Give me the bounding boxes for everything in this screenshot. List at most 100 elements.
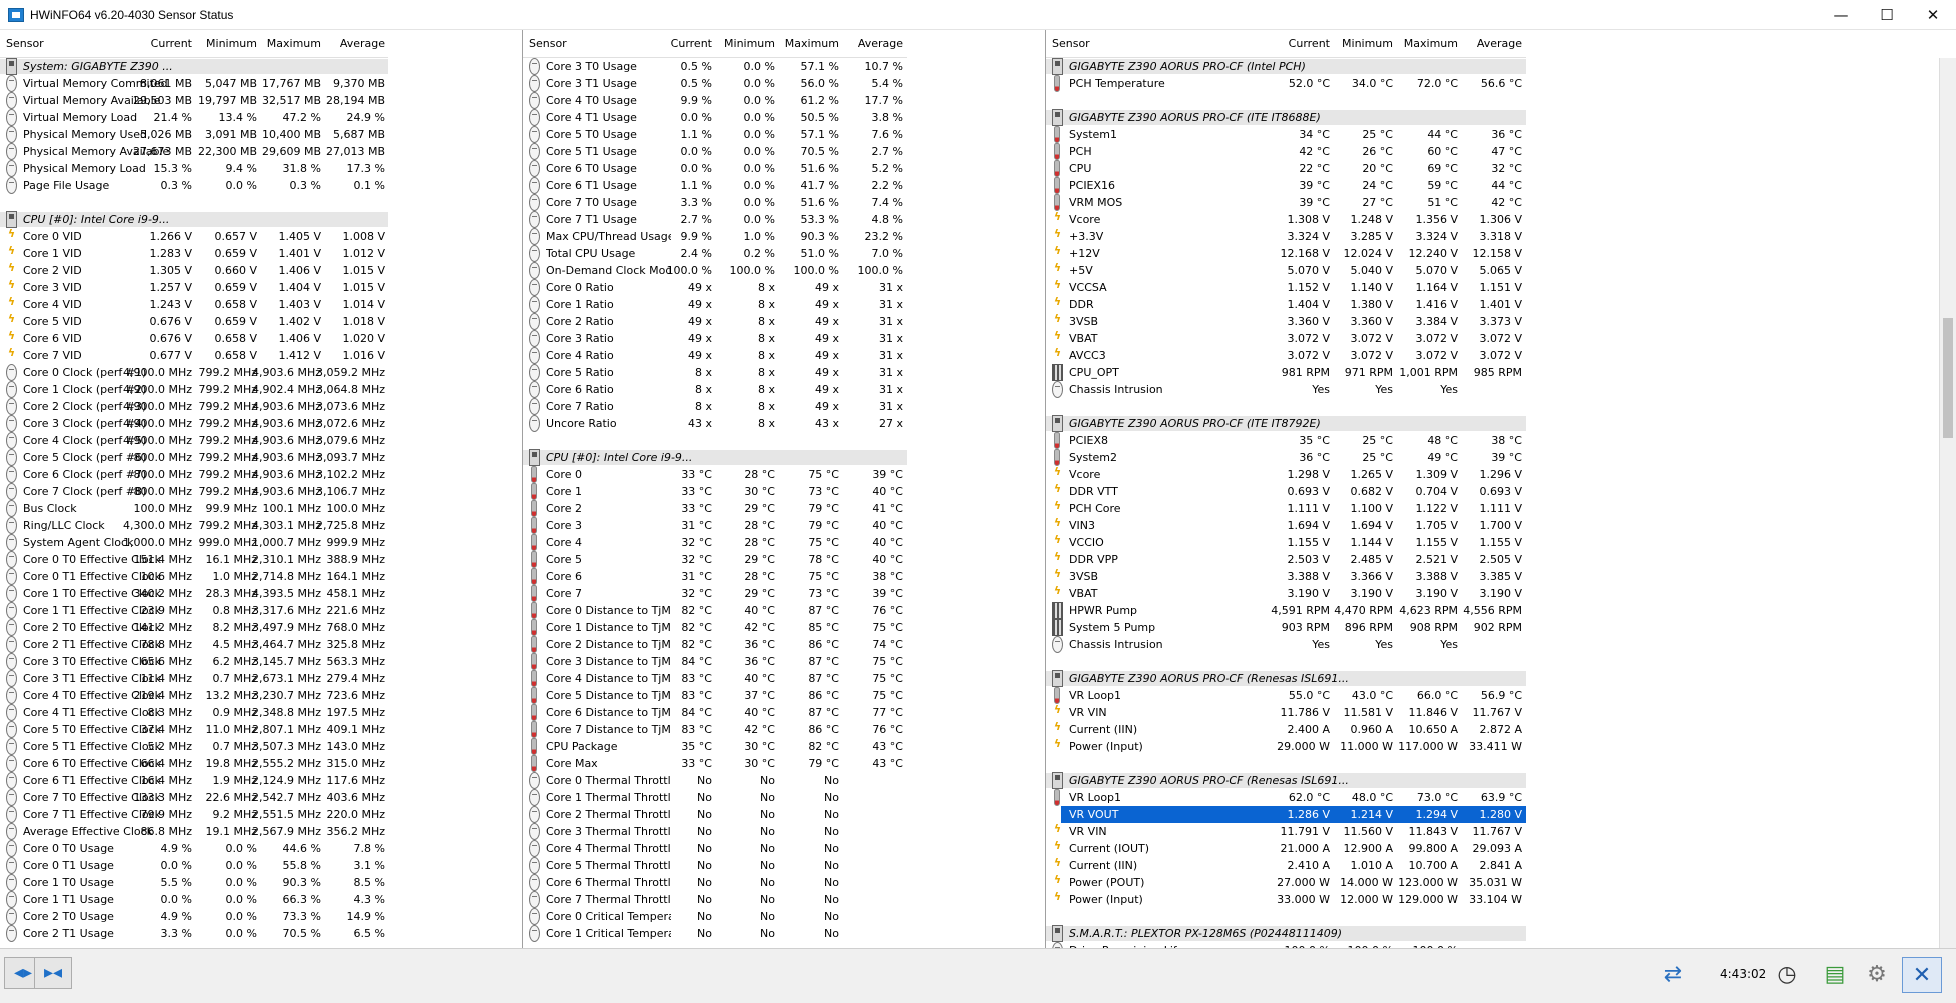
- sensor-row[interactable]: ϟ +5V 5.070 V 5.040 V 5.070 V 5.065 V: [1046, 262, 1526, 279]
- sensor-row[interactable]: Core 3 T0 Effective Clock 65.6 MHz 6.2 MHz…: [0, 653, 388, 670]
- sensor-row[interactable]: Core 0 Distance to TjMAX82 °C40 °C87 °C7…: [523, 602, 907, 619]
- sensor-row[interactable]: Core 0 T0 Usage 4.9 % 0.0 % 44.6 % 7.8 %: [0, 840, 388, 857]
- sensor-row[interactable]: Core 0 Clock (perf #1) 4,900.0 MHz 799.2 M…: [0, 364, 388, 381]
- sensor-group-header[interactable]: GIGABYTE Z390 AORUS PRO-CF (ITE IT8792E): [1046, 415, 1526, 432]
- sensor-row[interactable]: PCIEX16 39 °C 24 °C 59 °C 44 °C: [1046, 177, 1526, 194]
- sensor-row[interactable]: Core 3 T0 Usage 0.5 % 0.0 % 57.1 % 10.7 %: [523, 58, 907, 75]
- sensor-row[interactable]: ϟ PCH Core 1.111 V 1.100 V 1.122 V 1.111 V: [1046, 500, 1526, 517]
- sensor-row[interactable]: Core 0 T1 Usage 0.0 % 0.0 % 55.8 % 3.1 %: [0, 857, 388, 874]
- sensor-row[interactable]: Virtual Memory Commited 8,061 MB 5,047 MB 1…: [0, 75, 388, 92]
- sensor-row[interactable]: Core 0 Thermal ThrottlingNoNoNo: [523, 772, 907, 789]
- settings-gear-icon[interactable]: ⚙: [1858, 957, 1896, 993]
- sensor-row[interactable]: ϟ AVCC3 3.072 V 3.072 V 3.072 V 3.072 V: [1046, 347, 1526, 364]
- scrollbar-thumb[interactable]: [1943, 318, 1953, 438]
- sensor-row[interactable]: Virtual Memory Available 29,503 MB 19,797 …: [0, 92, 388, 109]
- sensor-row[interactable]: Core 7 32 °C 29 °C 73 °C 39 °C: [523, 585, 907, 602]
- header-current[interactable]: Current: [1289, 37, 1330, 50]
- header-minimum[interactable]: Minimum: [1342, 37, 1393, 50]
- sensor-row[interactable]: Core 2 Distance to TjMAX82 °C36 °C86 °C7…: [523, 636, 907, 653]
- sensor-row[interactable]: ϟ VIN3 1.694 V 1.694 V 1.705 V 1.700 V: [1046, 517, 1526, 534]
- sensor-row[interactable]: Core 6 T1 Effective Clock 16.4 MHz 1.9 MHz…: [0, 772, 388, 789]
- sensor-row[interactable]: Core 1 33 °C 30 °C 73 °C 40 °C: [523, 483, 907, 500]
- sensor-row[interactable]: Max CPU/Thread Usage 9.9 % 1.0 % 90.3 % 23.2…: [523, 228, 907, 245]
- sensor-row[interactable]: Core 4 T1 Effective Clock 8.3 MHz 0.9 MHz 2…: [0, 704, 388, 721]
- vertical-scrollbar[interactable]: [1939, 58, 1956, 948]
- sensor-row[interactable]: Core 5 Distance to TjMAX83 °C37 °C86 °C7…: [523, 687, 907, 704]
- sensor-pane-2[interactable]: Sensor Current Minimum Maximum Average Core 3…: [523, 30, 1046, 948]
- sensor-row[interactable]: Core 4 32 °C 28 °C 75 °C 40 °C: [523, 534, 907, 551]
- sensor-group-header[interactable]: GIGABYTE Z390 AORUS PRO-CF (Renesas ISL6…: [1046, 772, 1526, 789]
- sensor-row[interactable]: ϟ VCCIO 1.155 V 1.144 V 1.155 V 1.155 V: [1046, 534, 1526, 551]
- header-sensor[interactable]: Sensor: [1052, 37, 1090, 50]
- sensor-row[interactable]: ϟ VCCSA 1.152 V 1.140 V 1.164 V 1.151 V: [1046, 279, 1526, 296]
- sensor-row[interactable]: ϟ DDR VPP 2.503 V 2.485 V 2.521 V 2.505 V: [1046, 551, 1526, 568]
- sensor-row[interactable]: CPU 22 °C 20 °C 69 °C 32 °C: [1046, 160, 1526, 177]
- sensor-row[interactable]: ϟ Power (POUT) 27.000 W 14.000 W 123.000 W 35…: [1046, 874, 1526, 891]
- sensor-row[interactable]: Core 5 32 °C 29 °C 78 °C 40 °C: [523, 551, 907, 568]
- sensor-row[interactable]: CPU Package 35 °C 30 °C 82 °C 43 °C: [523, 738, 907, 755]
- sensor-row[interactable]: Core 1 T0 Effective Clock 340.2 MHz 28.3 M…: [0, 585, 388, 602]
- sensor-row[interactable]: ϟ 3VSB 3.360 V 3.360 V 3.384 V 3.373 V: [1046, 313, 1526, 330]
- sensor-row[interactable]: ϟ VR VIN 11.791 V 11.560 V 11.843 V 11.767 V: [1046, 823, 1526, 840]
- sensor-row[interactable]: Core 6 31 °C 28 °C 75 °C 38 °C: [523, 568, 907, 585]
- sensor-row[interactable]: ϟ Core 4 VID 1.243 V 0.658 V 1.403 V 1.014 V: [0, 296, 388, 313]
- sensor-row[interactable]: Core 1 Clock (perf #2) 4,900.0 MHz 799.2 M…: [0, 381, 388, 398]
- header-maximum[interactable]: Maximum: [267, 37, 321, 50]
- sensor-row[interactable]: Core 0 33 °C 28 °C 75 °C 39 °C: [523, 466, 907, 483]
- sensor-row[interactable]: Core 4 Clock (perf #5) 4,900.0 MHz 799.2 M…: [0, 432, 388, 449]
- sensor-row[interactable]: Core 6 Thermal ThrottlingNoNoNo: [523, 874, 907, 891]
- sensor-row[interactable]: Core 5 Clock (perf #6) 800.0 MHz 799.2 MHz…: [0, 449, 388, 466]
- sensor-row[interactable]: ϟ Vcore 1.298 V 1.265 V 1.309 V 1.296 V: [1046, 466, 1526, 483]
- sensor-row[interactable]: Core 1 Distance to TjMAX82 °C42 °C85 °C7…: [523, 619, 907, 636]
- sensor-row[interactable]: VR Loop1 55.0 °C 43.0 °C 66.0 °C 56.9 °C: [1046, 687, 1526, 704]
- sensor-row[interactable]: Core 6 T1 Usage 1.1 % 0.0 % 41.7 % 2.2 %: [523, 177, 907, 194]
- header-average[interactable]: Average: [340, 37, 385, 50]
- sensor-row[interactable]: Physical Memory Used 5,026 MB 3,091 MB 10,4…: [0, 126, 388, 143]
- minimize-button[interactable]: —: [1818, 0, 1864, 30]
- maximize-button[interactable]: ☐: [1864, 0, 1910, 30]
- sensor-row[interactable]: Core 3 Ratio 49 x8 x 49 x 31 x: [523, 330, 907, 347]
- sensor-row[interactable]: Chassis Intrusion Yes Yes Yes: [1046, 636, 1526, 653]
- sensor-group-header[interactable]: CPU [#0]: Intel Core i9-9...: [0, 211, 388, 228]
- close-window-button[interactable]: ✕: [1910, 0, 1956, 30]
- sensor-row[interactable]: ϟ VBAT 3.072 V 3.072 V 3.072 V 3.072 V: [1046, 330, 1526, 347]
- sensor-row[interactable]: Core 1 Critical TemperatureNoNoNo: [523, 925, 907, 942]
- header-maximum[interactable]: Maximum: [1404, 37, 1458, 50]
- logging-icon[interactable]: ▤: [1816, 957, 1854, 993]
- sensor-row[interactable]: CPU_OPT 981 RPM 971 RPM 1,001 RPM 985 RPM: [1046, 364, 1526, 381]
- sensor-row[interactable]: Physical Memory Available 27,673 MB 22,300…: [0, 143, 388, 160]
- sensor-row[interactable]: Core 7 T1 Usage 2.7 % 0.0 % 53.3 % 4.8 %: [523, 211, 907, 228]
- sensor-row[interactable]: Core 0 Ratio 49 x8 x 49 x 31 x: [523, 279, 907, 296]
- sensor-row[interactable]: Core 3 Clock (perf #4) 4,900.0 MHz 799.2 M…: [0, 415, 388, 432]
- sensor-row[interactable]: HPWR Pump 4,591 RPM 4,470 RPM 4,623 RPM 4,55…: [1046, 602, 1526, 619]
- sensor-row[interactable]: Core 1 T1 Usage 0.0 % 0.0 % 66.3 % 4.3 %: [0, 891, 388, 908]
- header-maximum[interactable]: Maximum: [785, 37, 839, 50]
- sensor-row[interactable]: System1 34 °C 25 °C 44 °C 36 °C: [1046, 126, 1526, 143]
- sensor-row[interactable]: Core 1 T0 Usage 5.5 % 0.0 % 90.3 % 8.5 %: [0, 874, 388, 891]
- sensor-row[interactable]: Core 5 Thermal ThrottlingNoNoNo: [523, 857, 907, 874]
- sensor-row[interactable]: Core 0 Critical TemperatureNoNoNo: [523, 908, 907, 925]
- sensor-pane-3[interactable]: Sensor Current Minimum Maximum Average GIGABY…: [1046, 30, 1956, 948]
- sensor-row[interactable]: Core 0 T0 Effective Clock 151.4 MHz 16.1 M…: [0, 551, 388, 568]
- sensor-row[interactable]: Core 6 T0 Effective Clock 66.4 MHz 19.8 MH…: [0, 755, 388, 772]
- navigate-right-button[interactable]: ▸◂: [34, 957, 72, 989]
- sensor-row[interactable]: Core 2 Thermal ThrottlingNoNoNo: [523, 806, 907, 823]
- sensor-row[interactable]: ϟ Core 5 VID 0.676 V 0.659 V 1.402 V 1.018 V: [0, 313, 388, 330]
- sensor-row[interactable]: On-Demand Clock Modula...100.0 %100.0 %1…: [523, 262, 907, 279]
- sensor-row[interactable]: Core 6 Clock (perf #7) 800.0 MHz 799.2 MHz…: [0, 466, 388, 483]
- sensor-row[interactable]: Core 7 T0 Usage 3.3 % 0.0 % 51.6 % 7.4 %: [523, 194, 907, 211]
- sensor-row[interactable]: ϟ 3VSB 3.388 V 3.366 V 3.388 V 3.385 V: [1046, 568, 1526, 585]
- sensor-row[interactable]: ϟ Core 1 VID 1.283 V 0.659 V 1.401 V 1.012 V: [0, 245, 388, 262]
- sensor-row[interactable]: Core 5 T1 Usage 0.0 % 0.0 % 70.5 % 2.7 %: [523, 143, 907, 160]
- sensor-row[interactable]: VRM MOS 39 °C 27 °C 51 °C 42 °C: [1046, 194, 1526, 211]
- sensor-row[interactable]: Core 2 T0 Usage 4.9 % 0.0 % 73.3 % 14.9 %: [0, 908, 388, 925]
- sensor-row[interactable]: Core 7 Ratio 8 x8 x 49 x 31 x: [523, 398, 907, 415]
- header-sensor[interactable]: Sensor: [6, 37, 44, 50]
- sensor-group-header[interactable]: CPU [#0]: Intel Core i9-9...: [523, 449, 907, 466]
- sensor-row[interactable]: Core 4 Distance to TjMAX83 °C40 °C87 °C7…: [523, 670, 907, 687]
- sensor-row[interactable]: ϟ VR VIN 11.786 V 11.581 V 11.846 V 11.767 V: [1046, 704, 1526, 721]
- sensor-row[interactable]: Core 0 T1 Effective Clock 10.6 MHz 1.0 MHz…: [0, 568, 388, 585]
- sensor-row[interactable]: Core 5 T1 Effective Clock 5.2 MHz 0.7 MHz 3…: [0, 738, 388, 755]
- sensor-row[interactable]: Core 2 T1 Usage 3.3 % 0.0 % 70.5 % 6.5 %: [0, 925, 388, 942]
- sensor-row[interactable]: ϟ Current (IIN) 2.410 A 1.010 A 10.700 A 2.84…: [1046, 857, 1526, 874]
